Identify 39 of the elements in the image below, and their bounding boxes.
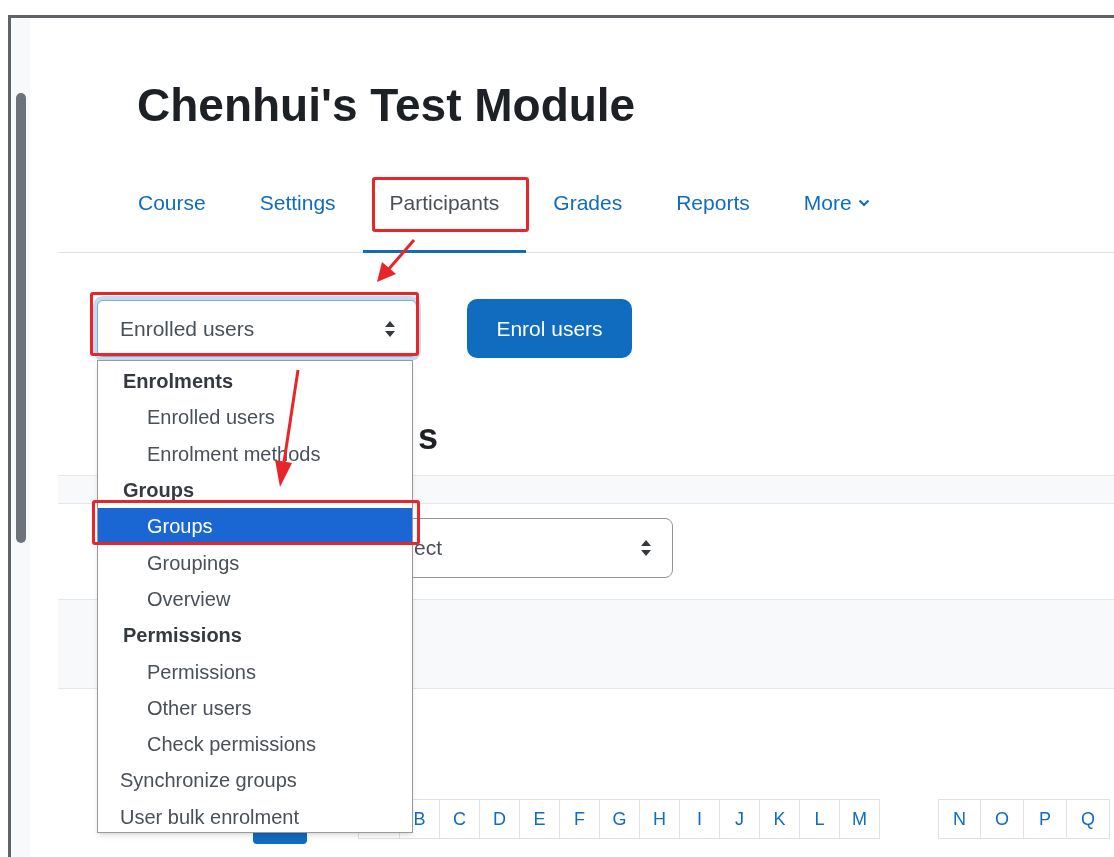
sort-arrows-icon (640, 539, 652, 557)
page-title: Chenhui's Test Module (137, 78, 637, 133)
letter-link[interactable]: G (600, 799, 640, 839)
letter-link[interactable]: E (520, 799, 560, 839)
letter-link[interactable]: H (640, 799, 680, 839)
nav-tab[interactable]: Participants (362, 179, 527, 253)
annotation-arrow (377, 239, 416, 282)
letter-link[interactable]: K (760, 799, 800, 839)
section-heading: s (418, 416, 439, 457)
letter-link[interactable]: M (840, 799, 880, 839)
letter-link[interactable]: N (938, 799, 981, 839)
nav-tab[interactable]: Settings (232, 179, 363, 253)
option-group-label: Permissions (122, 623, 243, 649)
letter-link[interactable]: F (560, 799, 600, 839)
letter-link[interactable]: Q (1067, 799, 1110, 839)
sort-arrows-icon (384, 319, 396, 338)
letter-link[interactable]: D (480, 799, 520, 839)
option-group-label: Enrolments (122, 369, 235, 395)
option-group-label: Groups (122, 478, 196, 504)
enrol-users-button[interactable]: Enrol users (467, 299, 632, 358)
letter-link[interactable]: I (680, 799, 720, 839)
letter-link[interactable]: P (1024, 799, 1067, 839)
letter-link[interactable]: L (800, 799, 840, 839)
dropdown-option[interactable]: Enrolled users (98, 399, 412, 436)
letter-link[interactable]: C (440, 799, 480, 839)
nav-tab[interactable]: Course (111, 179, 233, 253)
dropdown-option[interactable]: Other users (98, 689, 412, 726)
letter-link[interactable]: O (981, 799, 1024, 839)
scrollbar-thumb[interactable] (16, 93, 26, 543)
dropdown-option[interactable]: Overview (98, 580, 412, 618)
nav-tab[interactable]: Reports (649, 179, 777, 253)
dropdown-option[interactable]: Synchronize groups (98, 762, 412, 799)
chevron-down-icon (857, 199, 870, 207)
nav-tab[interactable]: Grades (526, 179, 650, 253)
dropdown-option[interactable]: Permissions (98, 653, 412, 690)
nav-tab[interactable]: More (776, 179, 897, 253)
dropdown-option[interactable]: Groups (98, 508, 412, 545)
dropdown-option[interactable]: Check permissions (98, 725, 412, 763)
letter-link[interactable]: J (720, 799, 760, 839)
